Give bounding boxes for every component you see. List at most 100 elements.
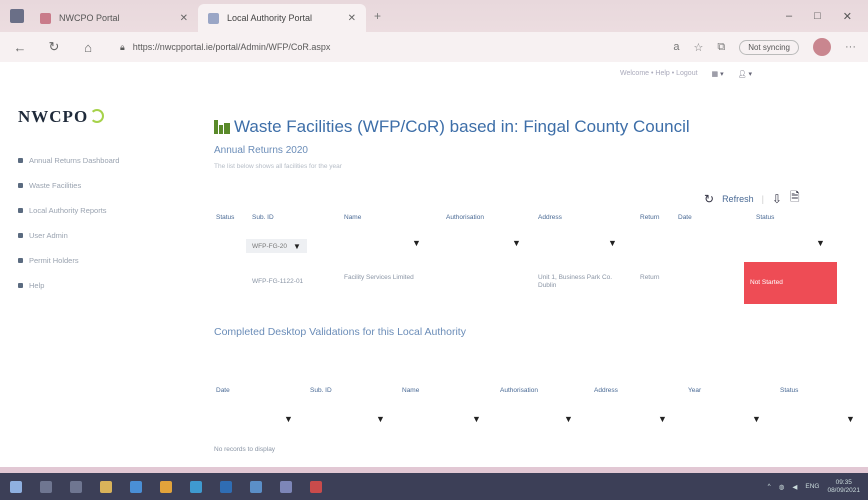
sidebar-item-label: Local Authority Reports (29, 206, 107, 215)
column-header[interactable]: Authorisation (446, 214, 484, 221)
filter-icon[interactable]: ▼ (564, 414, 573, 424)
home-icon[interactable]: ⌂ (80, 40, 96, 55)
no-records-message: No records to display (214, 446, 276, 453)
grid-toolbar: ↻ Refresh | ⇩ 🗎︎ (704, 188, 800, 209)
app-icon[interactable] (190, 480, 202, 493)
filter-icon[interactable]: ▼ (608, 238, 617, 248)
cell-return[interactable]: Return (640, 274, 666, 282)
tab-local-authority[interactable]: Local Authority Portal ✕ (198, 4, 366, 32)
column-header[interactable]: Authorisation (500, 387, 538, 394)
tab-nwcpo[interactable]: NWCPO Portal ✕ (30, 4, 198, 32)
new-tab-icon[interactable]: + (374, 9, 381, 23)
permit-icon (18, 258, 23, 263)
language-indicator[interactable]: ENG (805, 483, 819, 490)
sidebar-item-permit-holders[interactable]: Permit Holders (18, 248, 148, 273)
start-icon[interactable] (10, 480, 22, 493)
url-field[interactable]: 🔒︎ https://nwcpportal.ie/portal/Admin/WF… (114, 36, 655, 58)
search-icon[interactable] (40, 480, 52, 493)
filter-icon[interactable]: ▼ (816, 238, 825, 248)
filter-icon[interactable]: ▼ (472, 414, 481, 424)
column-header[interactable]: Year (688, 387, 701, 394)
maximize-icon[interactable]: □ (814, 10, 821, 23)
column-header[interactable]: Date (678, 214, 692, 221)
sidebar-item-label: Help (29, 281, 45, 290)
user-icon[interactable]: 👤︎ ▾ (738, 70, 752, 78)
more-icon[interactable]: ··· (845, 41, 856, 53)
column-header[interactable]: Status (756, 214, 774, 221)
header-links-text[interactable]: Welcome • Help • Logout (620, 70, 698, 78)
window-controls: – □ ✕ (786, 10, 868, 23)
reload-icon[interactable]: ↻ (46, 39, 62, 55)
app-icon[interactable] (250, 480, 262, 493)
column-header[interactable]: Name (402, 387, 419, 394)
mail-icon[interactable] (280, 480, 292, 493)
column-header[interactable]: Status (216, 214, 234, 221)
users-icon (18, 233, 23, 238)
network-icon[interactable]: ◍ (779, 483, 785, 491)
sub-id-filter-input[interactable]: WFP-FG-20 ▼ (246, 239, 307, 253)
filter-value: WFP-FG-20 (252, 242, 288, 250)
filter-icon[interactable]: ▼ (512, 238, 521, 248)
cell-name: Facility Services Limited (344, 274, 414, 281)
filter-icon[interactable]: ▼ (658, 414, 667, 424)
filter-icon[interactable]: ▼ (846, 414, 855, 424)
edge-icon[interactable] (130, 480, 142, 493)
sidebar-item-waste-facilities[interactable]: Waste Facilities (18, 173, 148, 198)
refresh-icon[interactable]: ↻ (704, 192, 714, 206)
filter-icon[interactable]: ▼ (412, 238, 421, 248)
volume-icon[interactable]: ◀︎ (792, 483, 797, 491)
column-header[interactable]: Name (344, 214, 361, 221)
factory-icon (214, 120, 230, 134)
grid-icon[interactable]: ▦ ▾ (712, 70, 724, 78)
facilities-filter-row: WFP-FG-20 ▼ ▼ ▼ ▼ ▼ (216, 238, 836, 256)
file-explorer-icon[interactable] (100, 480, 112, 493)
favorite-star-icon[interactable]: ☆ (693, 41, 703, 54)
filter-icon[interactable]: ▼ (376, 414, 385, 424)
collections-icon[interactable]: ⧉ (717, 41, 725, 54)
page-title: Waste Facilities (WFP/CoR) based in: Fin… (214, 117, 690, 137)
column-header[interactable]: Address (594, 387, 618, 394)
address-bar-row: ← ↻ ⌂ 🔒︎ https://nwcpportal.ie/portal/Ad… (0, 32, 868, 62)
system-tray: ^ ◍ ◀︎ ENG 09:35 08/09/2021 (768, 479, 868, 495)
refresh-button[interactable]: Refresh (722, 194, 754, 204)
minimize-icon[interactable]: – (786, 10, 792, 23)
task-view-icon[interactable] (70, 480, 82, 493)
clock[interactable]: 09:35 08/09/2021 (827, 479, 860, 495)
nwcpo-logo[interactable]: NWCPO (18, 107, 105, 127)
column-header[interactable]: Status (780, 387, 798, 394)
sync-button[interactable]: Not syncing (739, 39, 799, 55)
table-row[interactable]: WFP-FG-1122-01 Facility Services Limited… (216, 262, 837, 304)
profile-avatar[interactable] (813, 38, 831, 56)
reader-icon[interactable]: a (673, 41, 679, 53)
app-icon[interactable] (310, 480, 322, 493)
tab-label: NWCPO Portal (59, 13, 120, 23)
column-header[interactable]: Sub. ID (310, 387, 332, 394)
export-pdf-icon[interactable]: 🗎︎ (790, 188, 800, 209)
word-icon[interactable] (220, 480, 232, 493)
filter-icon[interactable]: ▼ (284, 414, 293, 424)
filter-icon[interactable]: ▼ (293, 242, 301, 251)
sidebar-item-dashboard[interactable]: Annual Returns Dashboard (18, 148, 148, 173)
tab-close-icon[interactable]: ✕ (180, 13, 188, 24)
column-header[interactable]: Date (216, 387, 230, 394)
cell-sub-id[interactable]: WFP-FG-1122-01 (252, 278, 303, 286)
facilities-table-header: Status Sub. ID Name Authorisation Addres… (216, 214, 836, 232)
sidebar-item-reports[interactable]: Local Authority Reports (18, 198, 148, 223)
header-links: Welcome • Help • Logout ▦ ▾ 👤︎ ▾ (620, 70, 752, 78)
tray-arrow-icon[interactable]: ^ (768, 483, 771, 490)
column-header[interactable]: Sub. ID (252, 214, 274, 221)
browser-menu-icon[interactable] (10, 9, 24, 23)
column-header[interactable]: Address (538, 214, 562, 221)
back-icon[interactable]: ← (12, 40, 28, 55)
tab-close-icon[interactable]: ✕ (348, 13, 356, 24)
sidebar-item-help[interactable]: Help (18, 273, 148, 298)
validations-table-header: Date Sub. ID Name Authorisation Address … (216, 387, 856, 403)
export-excel-icon[interactable]: ⇩ (772, 192, 782, 206)
chrome-icon[interactable] (160, 480, 172, 493)
column-header[interactable]: Return (640, 214, 660, 221)
sidebar-item-user-admin[interactable]: User Admin (18, 223, 148, 248)
dashboard-icon (18, 158, 23, 163)
window-close-icon[interactable]: ✕ (843, 10, 852, 23)
tab-favicon-icon (40, 12, 51, 24)
filter-icon[interactable]: ▼ (752, 414, 761, 424)
